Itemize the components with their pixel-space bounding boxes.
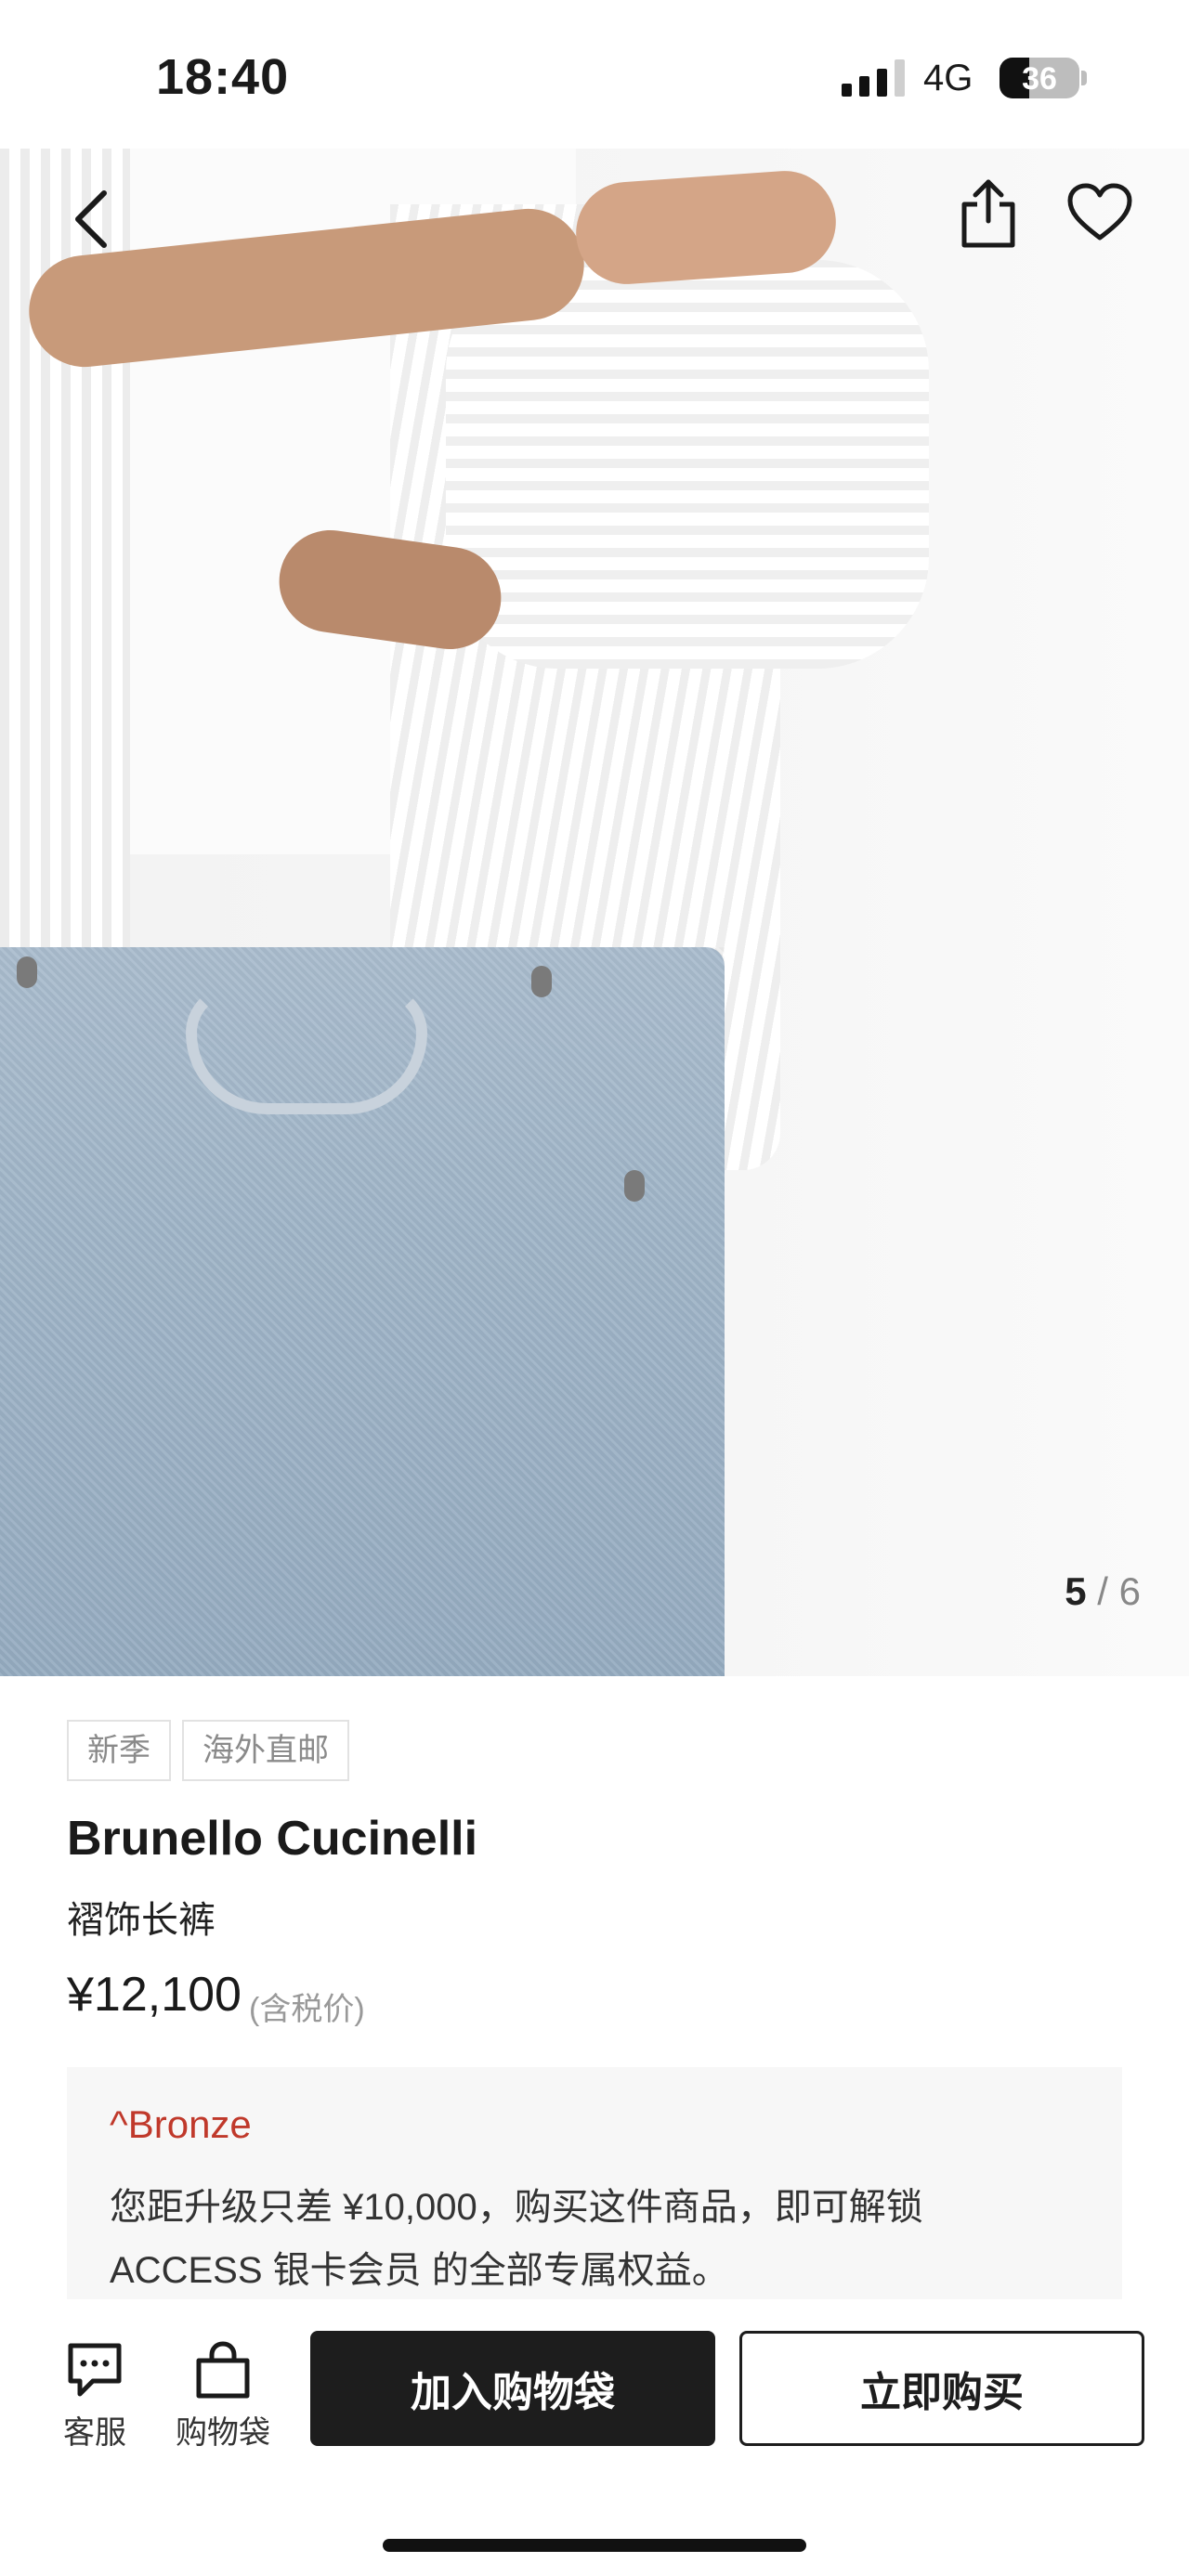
pager-total: 6 [1118, 1569, 1141, 1613]
bottom-action-bar: 客服 购物袋 加入购物袋 立即购买 [0, 2301, 1189, 2576]
price-tax-note: (含税价) [249, 1992, 365, 2027]
shopping-bag-label: 购物袋 [176, 2415, 270, 2451]
pager-separator: / [1097, 1569, 1108, 1613]
status-bar: 18:40 4G 36 [0, 0, 1189, 149]
battery-cap [1081, 71, 1087, 85]
image-button [17, 956, 37, 988]
favorite-button[interactable] [1066, 180, 1133, 247]
membership-banner[interactable]: ^Bronze 您距升级只差 ¥10,000，购买这件商品，即可解锁 ACCES… [67, 2067, 1122, 2299]
tag-new-season: 新季 [67, 1720, 171, 1781]
product-tags: 新季 海外直邮 [67, 1720, 349, 1781]
product-name: 褶饰长裤 [67, 1900, 216, 1941]
image-button [624, 1170, 645, 1202]
home-indicator[interactable] [383, 2539, 806, 2552]
image-drawstring [186, 984, 427, 1114]
share-icon [961, 179, 1015, 248]
membership-upgrade-text: 您距升级只差 ¥10,000，购买这件商品，即可解锁 [110, 2187, 923, 2228]
membership-benefit-text: ACCESS 银卡会员 的全部专属权益。 [110, 2250, 729, 2291]
membership-tier: ^Bronze [110, 2102, 252, 2146]
share-button[interactable] [959, 176, 1018, 251]
shopping-bag-icon [196, 2341, 250, 2399]
image-pager: 5 / 6 [1065, 1569, 1141, 1614]
heart-icon [1067, 183, 1132, 241]
tag-overseas-shipping: 海外直邮 [182, 1720, 349, 1781]
brand-name[interactable]: Brunello Cucinelli [67, 1811, 477, 1867]
battery-icon: 36 [1000, 58, 1079, 98]
product-image-carousel[interactable]: 5 / 6 [0, 149, 1189, 1676]
shopping-bag-button[interactable]: 购物袋 [158, 2340, 288, 2452]
customer-service-label: 客服 [63, 2415, 126, 2451]
signal-icon [842, 59, 905, 97]
image-hand [572, 167, 840, 288]
battery-level: 36 [1022, 61, 1057, 97]
image-button [531, 966, 552, 997]
chevron-left-icon [75, 190, 107, 248]
status-time: 18:40 [156, 49, 290, 105]
pager-current: 5 [1065, 1569, 1087, 1613]
product-price: ¥12,100 [67, 1968, 242, 2022]
buy-now-button[interactable]: 立即购买 [739, 2331, 1144, 2446]
add-to-bag-button[interactable]: 加入购物袋 [310, 2331, 715, 2446]
chat-bubble-icon [68, 2343, 122, 2397]
customer-service-button[interactable]: 客服 [30, 2340, 160, 2452]
network-label: 4G [923, 58, 973, 98]
back-button[interactable] [61, 186, 128, 253]
